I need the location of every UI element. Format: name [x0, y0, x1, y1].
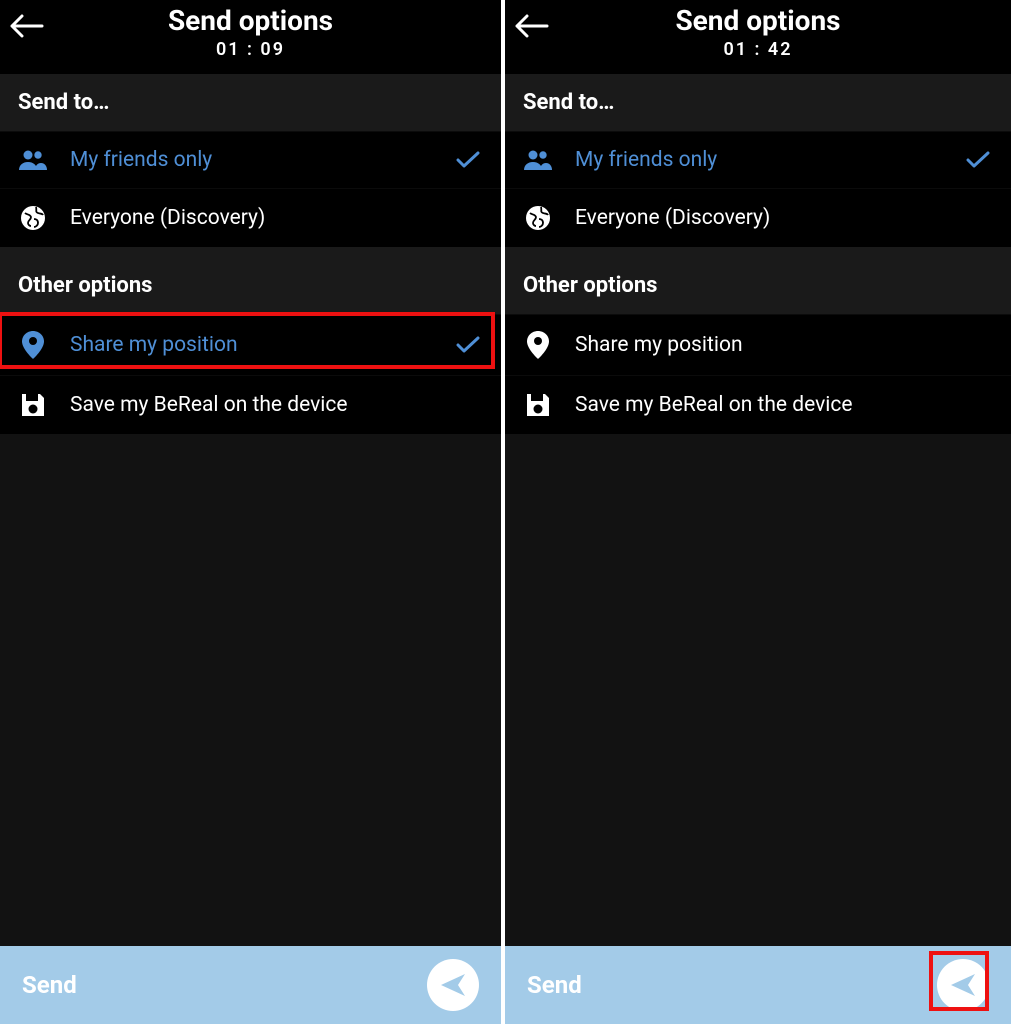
- empty-area: [0, 434, 501, 946]
- option-label: Save my BeReal on the device: [70, 393, 431, 417]
- globe-icon: [523, 205, 553, 231]
- send-label: Send: [22, 971, 415, 999]
- option-label: Share my position: [575, 333, 941, 357]
- arrow-left-icon: [10, 14, 58, 38]
- people-icon: [18, 150, 48, 170]
- section-other-options: Other options: [0, 257, 501, 314]
- empty-area: [505, 434, 1011, 946]
- option-share-position[interactable]: Share my position: [505, 314, 1011, 375]
- option-label: Everyone (Discovery): [70, 206, 431, 230]
- page-title: Send options: [58, 4, 443, 37]
- option-share-position[interactable]: Share my position: [0, 314, 501, 375]
- section-other-options: Other options: [505, 257, 1011, 314]
- countdown-timer: 01 : 42: [563, 39, 953, 60]
- screenshot-left: Send options 01 : 09 Send to… My friends…: [0, 0, 505, 1024]
- option-label: My friends only: [575, 148, 941, 172]
- option-my-friends[interactable]: My friends only: [0, 131, 501, 188]
- countdown-timer: 01 : 09: [58, 39, 443, 60]
- send-bar[interactable]: Send: [0, 946, 501, 1024]
- send-button[interactable]: [427, 959, 479, 1011]
- back-button[interactable]: [515, 4, 563, 38]
- section-send-to: Send to…: [0, 74, 501, 131]
- section-send-to: Send to…: [505, 74, 1011, 131]
- option-save-device[interactable]: Save my BeReal on the device: [505, 375, 1011, 434]
- send-button[interactable]: [937, 959, 989, 1011]
- people-icon: [523, 150, 553, 170]
- save-icon: [18, 392, 48, 418]
- option-label: Everyone (Discovery): [575, 206, 941, 230]
- option-my-friends[interactable]: My friends only: [505, 131, 1011, 188]
- save-icon: [523, 392, 553, 418]
- option-everyone[interactable]: Everyone (Discovery): [0, 188, 501, 247]
- header: Send options 01 : 09: [0, 0, 501, 74]
- header: Send options 01 : 42: [505, 0, 1011, 74]
- check-icon: [453, 151, 483, 169]
- option-label: My friends only: [70, 148, 431, 172]
- option-save-device[interactable]: Save my BeReal on the device: [0, 375, 501, 434]
- location-pin-icon: [18, 331, 48, 359]
- globe-icon: [18, 205, 48, 231]
- send-icon: [438, 970, 468, 1000]
- check-icon: [963, 151, 993, 169]
- screenshot-right: Send options 01 : 42 Send to… My friends…: [505, 0, 1011, 1024]
- back-button[interactable]: [10, 4, 58, 38]
- page-title: Send options: [563, 4, 953, 37]
- send-icon: [948, 970, 978, 1000]
- check-icon: [453, 336, 483, 354]
- arrow-left-icon: [515, 14, 563, 38]
- option-label: Save my BeReal on the device: [575, 393, 941, 417]
- location-pin-icon: [523, 331, 553, 359]
- send-bar[interactable]: Send: [505, 946, 1011, 1024]
- option-everyone[interactable]: Everyone (Discovery): [505, 188, 1011, 247]
- send-label: Send: [527, 971, 925, 999]
- option-label: Share my position: [70, 333, 431, 357]
